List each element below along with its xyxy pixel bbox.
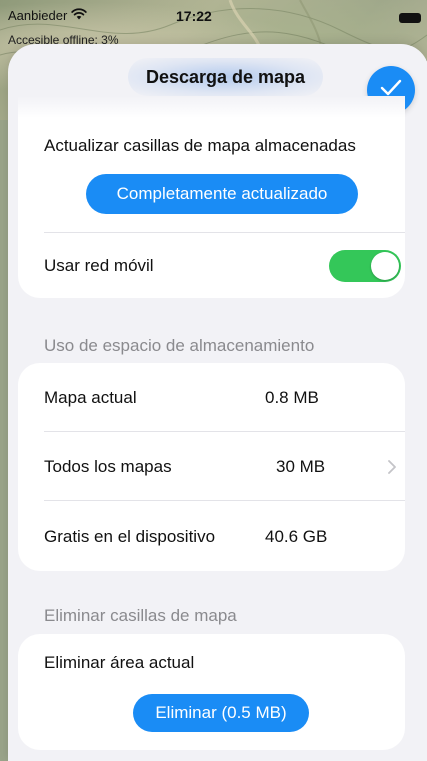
current-map-label: Mapa actual: [44, 388, 137, 407]
all-maps-value: 30 MB: [276, 457, 326, 476]
delete-section-header: Eliminar casillas de mapa: [44, 606, 237, 625]
chevron-right-icon: [388, 460, 396, 479]
current-map-value: 0.8 MB: [265, 388, 319, 407]
fully-updated-button[interactable]: Completamente actualizado: [86, 174, 358, 214]
delete-current-area-label: Eliminar área actual: [44, 653, 195, 672]
mobile-network-toggle[interactable]: [329, 250, 401, 282]
delete-card: [18, 634, 405, 750]
divider: [44, 500, 405, 501]
carrier: Aanbieder: [8, 8, 87, 23]
delete-button[interactable]: Eliminar (0.5 MB): [133, 694, 309, 732]
status-time: 17:22: [176, 8, 212, 24]
divider: [44, 232, 405, 233]
update-tiles-label: Actualizar casillas de mapa almacenadas: [44, 136, 356, 155]
free-on-device-value: 40.6 GB: [265, 527, 328, 546]
carrier-label: Aanbieder: [8, 8, 68, 23]
storage-section-header: Uso de espacio de almacenamiento: [44, 336, 315, 355]
mobile-network-label: Usar red móvil: [44, 256, 154, 275]
status-bar: Aanbieder 17:22: [0, 0, 427, 30]
free-on-device-label: Gratis en el dispositivo: [44, 527, 216, 546]
card-top-fade: [18, 96, 405, 118]
app-root: Aanbieder 17:22 Accesible offline: 3% De…: [0, 0, 427, 761]
wifi-icon: [71, 8, 87, 23]
sheet-header: Descarga de mapa: [128, 58, 323, 96]
all-maps-label: Todos los mapas: [44, 457, 172, 476]
sheet-title: Descarga de mapa: [145, 66, 306, 87]
toggle-knob: [371, 252, 399, 280]
battery-icon: [399, 13, 421, 23]
